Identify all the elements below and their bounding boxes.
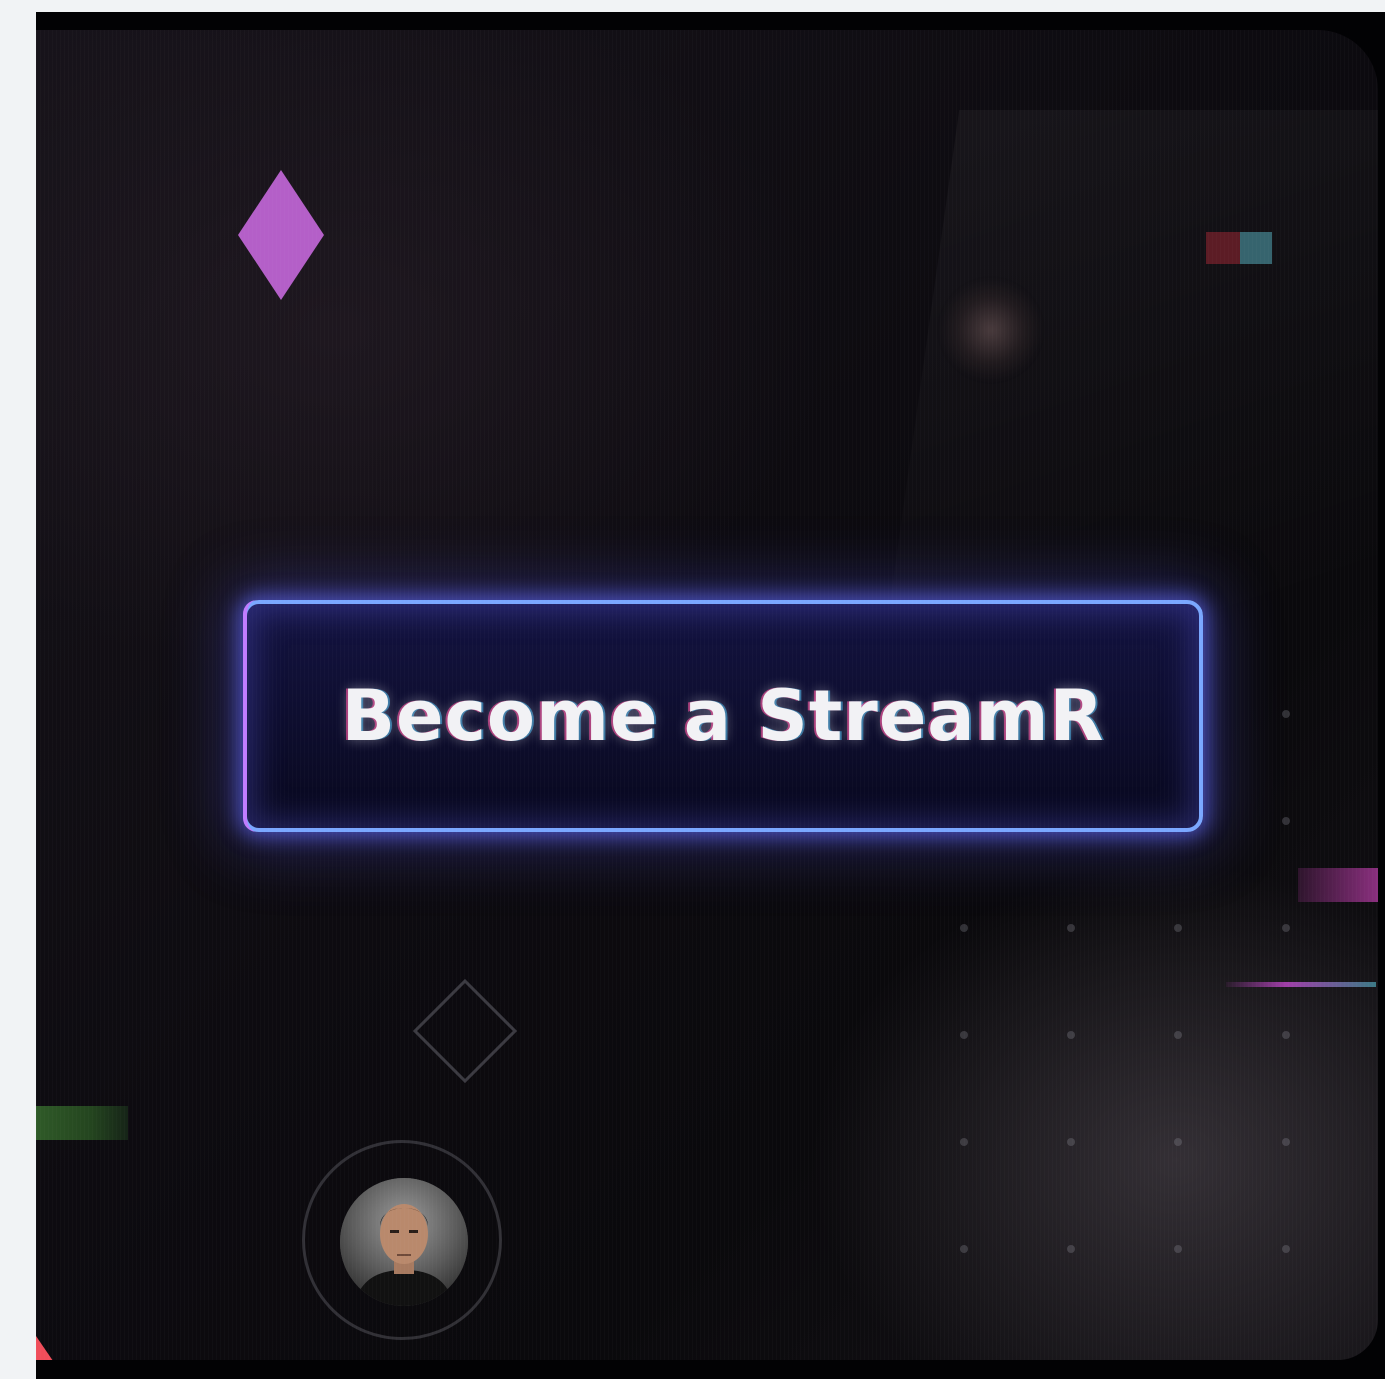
avatar[interactable] xyxy=(340,1178,468,1306)
become-streamr-button[interactable]: Become a StreamR xyxy=(243,600,1203,832)
diamond-solid-icon xyxy=(238,170,324,300)
diamond-outline-icon xyxy=(412,978,518,1084)
stream-panel-frame: Become a StreamR xyxy=(36,12,1385,1379)
blurred-orb xyxy=(941,280,1041,380)
glitch-block-green xyxy=(36,1106,128,1140)
glitch-block-teal xyxy=(1240,232,1272,264)
glitch-block-red xyxy=(1206,232,1240,264)
corner-triangle-icon xyxy=(36,1336,66,1360)
user-avatar-photo-icon xyxy=(340,1178,468,1306)
crt-screen: Become a StreamR xyxy=(36,30,1378,1360)
glitch-block-magenta xyxy=(1298,868,1378,902)
cta-label: Become a StreamR xyxy=(341,675,1105,757)
